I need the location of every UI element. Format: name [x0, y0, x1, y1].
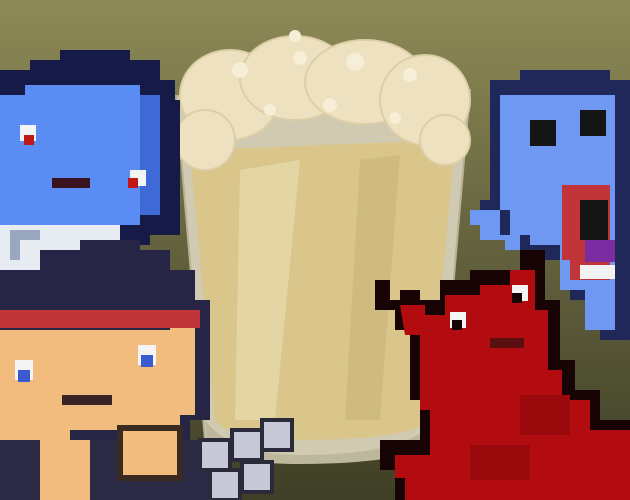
scene-canvas: [0, 0, 630, 500]
ghost-left-eye: [530, 120, 556, 146]
blob-mouth: [52, 178, 90, 188]
ghost-right-eye: [580, 110, 606, 136]
game-cover-art: [0, 0, 630, 500]
devil-mouth: [490, 338, 524, 348]
human-headband: [0, 310, 200, 328]
human-mouth: [62, 395, 112, 405]
